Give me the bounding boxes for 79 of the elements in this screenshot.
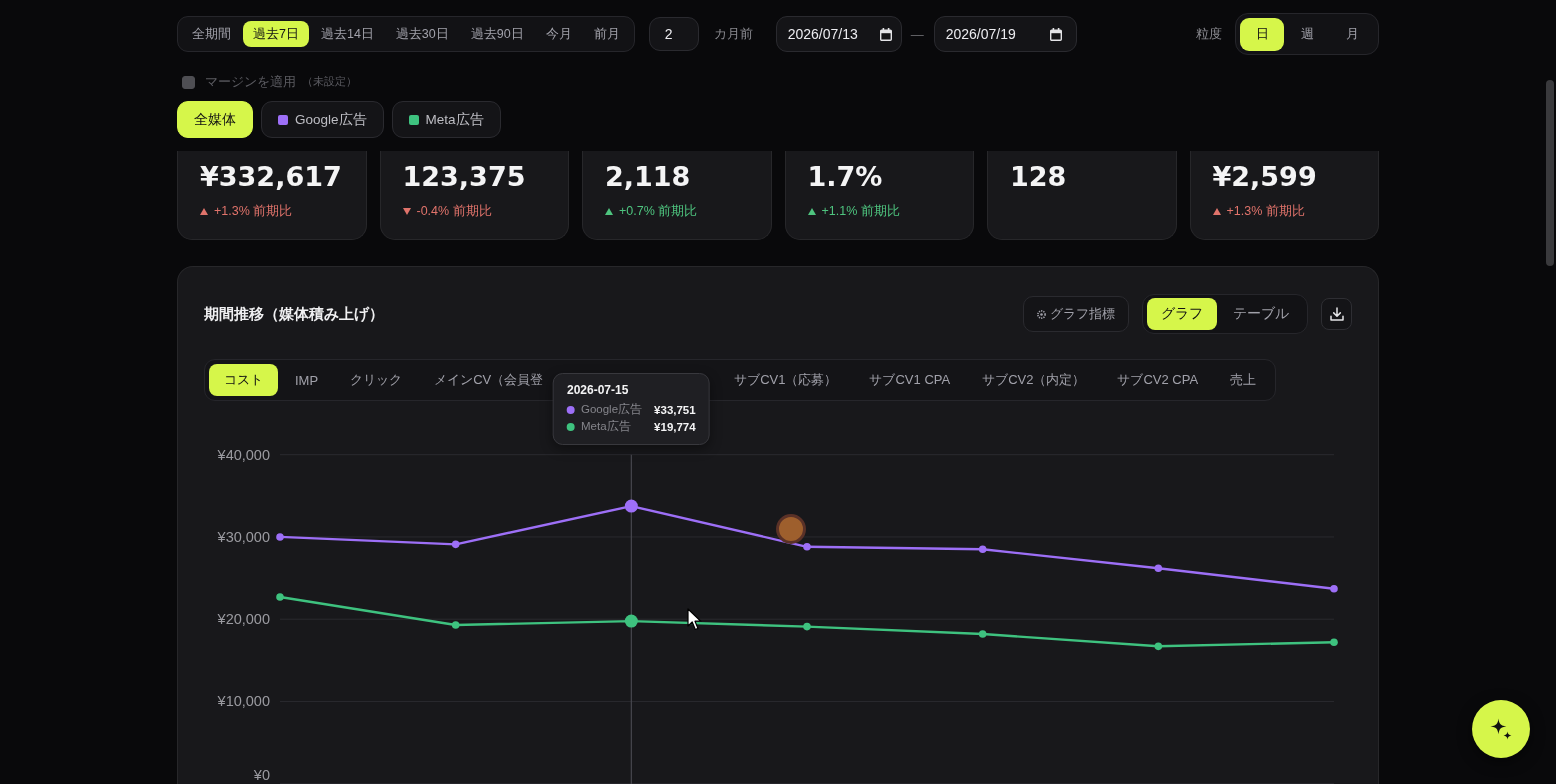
metric-tab[interactable]: コスト	[209, 364, 278, 396]
data-point	[276, 593, 284, 601]
range-separator: —	[910, 26, 924, 42]
period-button[interactable]: 過去7日	[243, 21, 309, 47]
unit-label: カ月前	[713, 25, 753, 43]
metric-tab[interactable]: メインCV（会員登	[419, 364, 544, 396]
kpi-change: +1.1% 前期比	[821, 203, 900, 220]
mouse-pointer-icon	[687, 608, 702, 631]
tooltip-value: ¥33,751	[654, 403, 696, 416]
tooltip-series-name: Google広告	[581, 402, 643, 417]
granularity-button[interactable]: 月	[1330, 17, 1374, 51]
number-field[interactable]: 2	[648, 17, 699, 51]
period-button[interactable]: 過去30日	[385, 21, 459, 47]
granularity-label: 粒度	[1196, 25, 1222, 43]
kpi-change: -0.4% 前期比	[416, 203, 492, 220]
kpi-value: ¥2,599	[1212, 160, 1318, 194]
checkbox-label: マージンを適用	[205, 73, 296, 91]
data-point	[624, 499, 638, 513]
y-axis-label: ¥40,000	[217, 446, 270, 463]
date-field[interactable]: 2026/07/13	[775, 16, 902, 52]
data-point	[451, 621, 460, 629]
metric-tab[interactable]: サブCV1 CPA	[854, 364, 966, 396]
tooltip-series-name: Meta広告	[581, 419, 632, 434]
data-point	[624, 614, 638, 628]
kpi-value: ¥332,617	[200, 160, 343, 194]
download-button[interactable]	[1321, 298, 1352, 330]
y-axis-label: ¥30,000	[217, 528, 270, 545]
chart-metrics-button[interactable]: グラフ指標	[1023, 296, 1129, 332]
data-point	[978, 545, 987, 554]
metric-tab[interactable]: サブCV2（内定）	[967, 364, 1101, 396]
sparkle-button[interactable]	[1472, 700, 1530, 758]
media-filter-button[interactable]: Google広告	[261, 101, 384, 138]
period-button[interactable]: 今月	[535, 21, 582, 47]
kpi-change: +0.7% 前期比	[619, 203, 698, 220]
kpi-change: +1.3% 前期比	[214, 203, 293, 220]
data-point	[1154, 642, 1163, 651]
kpi-value: 2,118	[605, 160, 692, 194]
y-axis-label: ¥10,000	[217, 693, 270, 710]
tooltip-value: ¥19,774	[654, 420, 696, 433]
media-filter-button[interactable]: Meta広告	[391, 101, 501, 138]
sparkle-icon	[1490, 718, 1512, 740]
calendar-icon	[879, 27, 892, 41]
period-button[interactable]: 過去14日	[310, 21, 384, 47]
data-point	[1154, 564, 1163, 572]
data-point	[803, 622, 811, 631]
kpi-value: 1.7%	[807, 160, 884, 194]
y-axis-label: ¥0	[253, 767, 270, 783]
period-button[interactable]: 全期間	[182, 21, 241, 47]
date-field[interactable]: 2026/07/19	[933, 16, 1077, 52]
data-point	[1330, 638, 1338, 647]
margin-note: （未設定）	[302, 75, 357, 89]
media-filter-button[interactable]: 全媒体	[177, 101, 253, 138]
metric-tab[interactable]: 売上	[1215, 364, 1272, 396]
metric-tab[interactable]: サブCV1（応募）	[719, 364, 853, 396]
download-icon	[1329, 307, 1344, 321]
panel-title: 期間推移（媒体積み上げ）	[204, 304, 384, 324]
data-point	[451, 540, 460, 549]
data-point	[276, 533, 284, 541]
period-button[interactable]: 前月	[583, 21, 630, 47]
view-tab[interactable]: テーブル	[1219, 298, 1303, 330]
granularity-button[interactable]: 日	[1240, 17, 1284, 51]
view-tab[interactable]: グラフ	[1147, 298, 1217, 330]
metric-tab[interactable]: IMP	[280, 364, 334, 396]
kpi-value: 128	[1010, 160, 1068, 194]
tooltip-date: 2026-07-15	[567, 383, 630, 397]
scrollbar-thumb[interactable]	[1546, 80, 1554, 266]
calendar-icon	[1049, 27, 1062, 41]
metric-tab[interactable]: クリック	[335, 364, 418, 396]
data-point	[803, 543, 811, 551]
granularity-button[interactable]: 週	[1285, 17, 1329, 51]
gear-icon	[1037, 309, 1046, 319]
kpi-value: 123,375	[402, 160, 527, 194]
y-axis-label: ¥20,000	[217, 611, 270, 628]
period-button[interactable]: 過去90日	[460, 21, 534, 47]
data-point	[1330, 584, 1338, 593]
click-indicator-icon	[776, 514, 806, 544]
kpi-change: +1.3% 前期比	[1226, 203, 1305, 220]
data-point	[978, 630, 987, 638]
metric-tab[interactable]: サブCV2 CPA	[1102, 364, 1214, 396]
